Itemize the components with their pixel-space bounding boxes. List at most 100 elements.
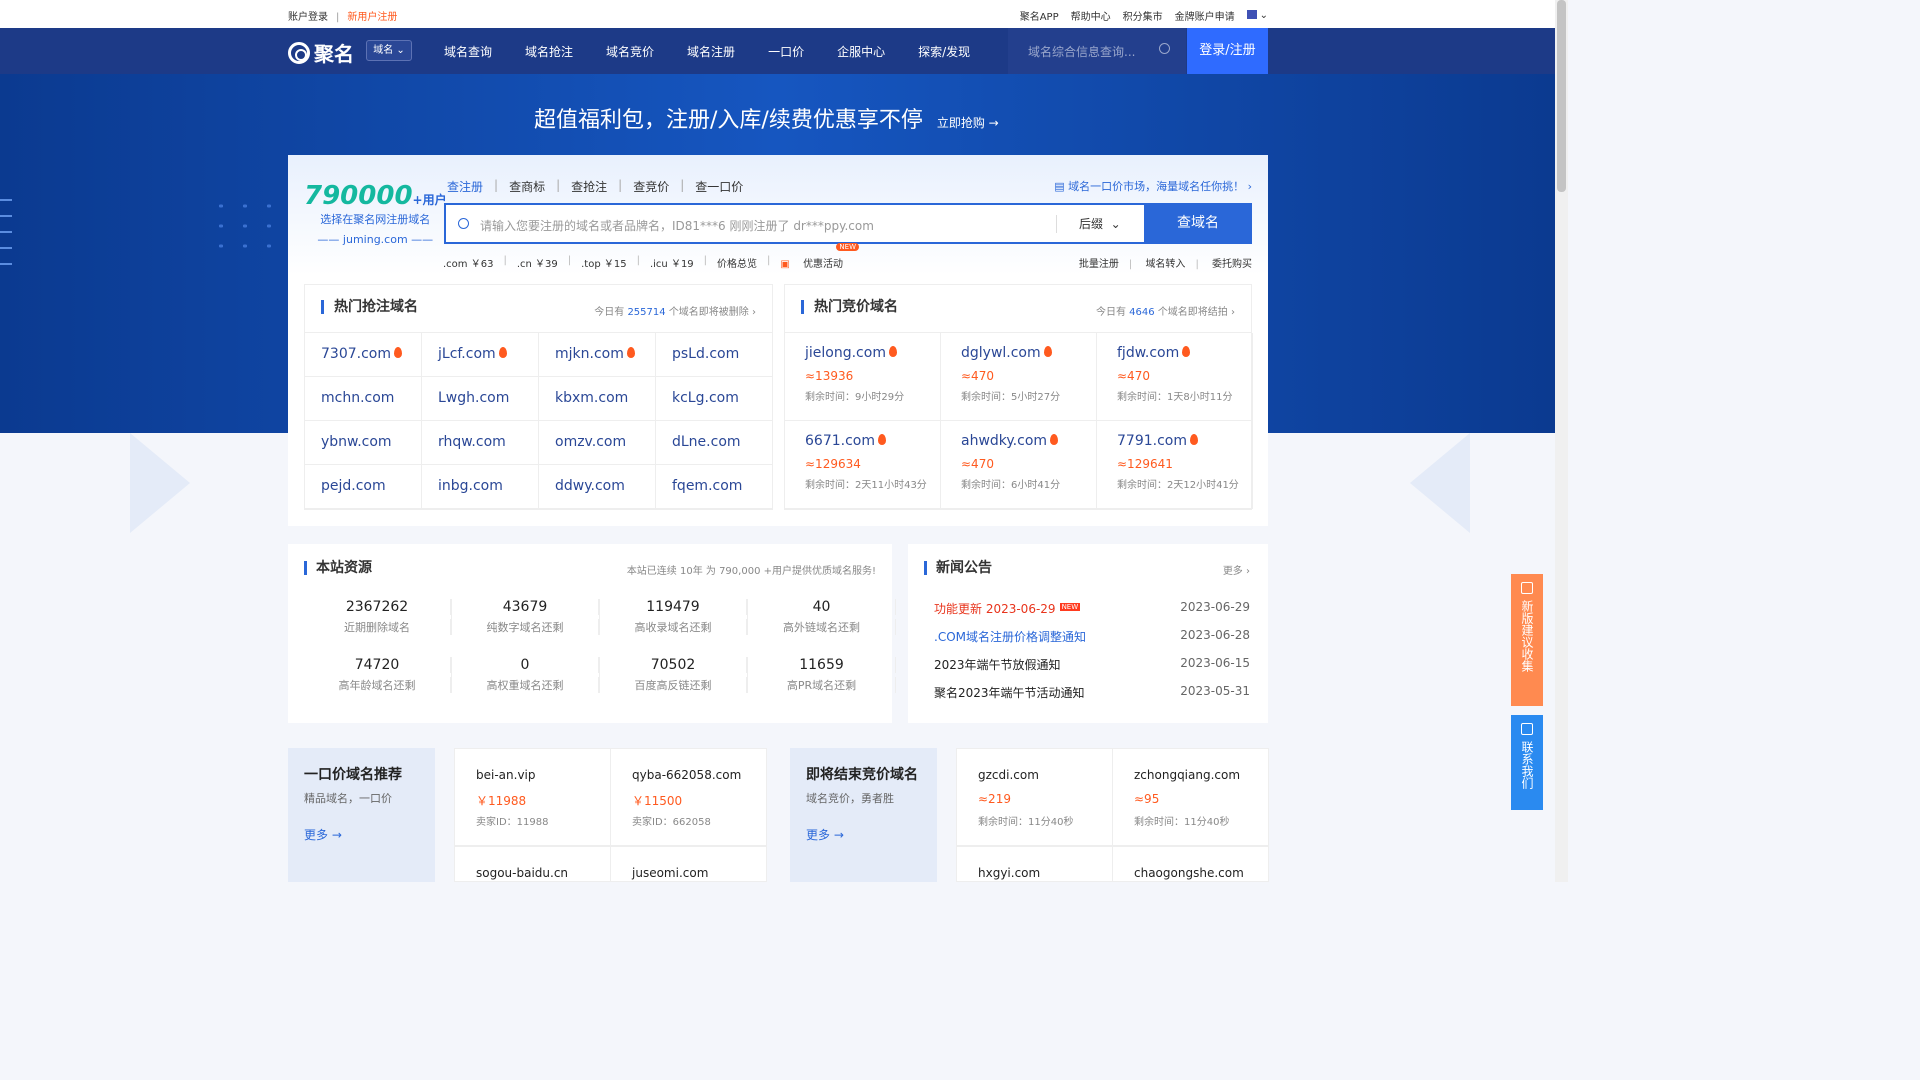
menu-snatch[interactable]: 域名抢注 <box>525 43 573 60</box>
login-register-button[interactable]: 登录/注册 <box>1187 28 1268 74</box>
price-overview[interactable]: 价格总览 <box>717 255 767 270</box>
snatch-domain-item[interactable]: dLne.com <box>656 421 773 465</box>
domain-name[interactable]: ahwdky.com <box>961 433 1047 449</box>
domain-transfer-link[interactable]: 域名转入 <box>1145 259 1185 270</box>
domain-name[interactable]: omzv.com <box>555 434 626 450</box>
domain-name[interactable]: fjdw.com <box>1117 345 1179 361</box>
resource-stat[interactable]: 0 高权重域名还剩 <box>452 657 600 693</box>
snatch-domain-item[interactable]: ddwy.com <box>539 465 656 509</box>
domain-dropdown[interactable]: 域名 ⌄ <box>366 40 412 61</box>
snatch-count[interactable]: 今日有 255714 个域名即将被删除 › <box>594 303 756 318</box>
auction-domain-item[interactable]: fjdw.com ≈470 剩余时间：1天8小时11分 <box>1097 333 1253 421</box>
snatch-domain-item[interactable]: kcLg.com <box>656 377 773 421</box>
broker-purchase-link[interactable]: 委托购买 <box>1212 259 1252 270</box>
auction-domain-item[interactable]: jielong.com ≈13936 剩余时间：9小时29分 <box>785 333 941 421</box>
language-selector[interactable]: ⌄ <box>1246 10 1268 21</box>
tab-register[interactable]: 查注册 <box>447 178 494 195</box>
snatch-domain-item[interactable]: inbg.com <box>422 465 539 509</box>
domain-name[interactable]: jielong.com <box>805 345 886 361</box>
domain-name[interactable]: pejd.com <box>321 478 386 494</box>
bulk-register-link[interactable]: 批量注册 <box>1079 259 1119 270</box>
fixed-price-card[interactable]: sogou-baidu.cn <box>454 846 611 882</box>
news-title[interactable]: 功能更新 2023-06-29 <box>934 602 1056 616</box>
hero-cta[interactable]: 立即抢购 → <box>937 116 999 130</box>
feedback-button[interactable]: 新版建议收集 <box>1511 574 1543 706</box>
news-item[interactable]: 功能更新 2023-06-29 NEW 2023-06-29 <box>934 600 1250 628</box>
snatch-domain-item[interactable]: jLcf.com <box>422 333 539 377</box>
snatch-domain-item[interactable]: fqem.com <box>656 465 773 509</box>
snatch-domain-item[interactable]: pejd.com <box>305 465 422 509</box>
snatch-domain-item[interactable]: rhqw.com <box>422 421 539 465</box>
logo[interactable]: 聚名 <box>288 38 354 67</box>
domain-name[interactable]: kcLg.com <box>672 390 739 406</box>
domain-name[interactable]: 6671.com <box>805 433 875 449</box>
ending-auction-card[interactable]: chaogongshe.com <box>1112 846 1269 882</box>
news-title[interactable]: .COM域名注册价格调整通知 <box>934 630 1086 644</box>
snatch-domain-item[interactable]: psLd.com <box>656 333 773 377</box>
domain-name[interactable]: 7307.com <box>321 346 391 362</box>
domain-name[interactable]: rhqw.com <box>438 434 506 450</box>
domain-name[interactable]: sogou-baidu.cn <box>476 866 568 880</box>
news-title[interactable]: 聚名2023年端午节活动通知 <box>934 686 1085 700</box>
snatch-domain-item[interactable]: mjkn.com <box>539 333 656 377</box>
market-link[interactable]: ▤ 域名一口价市场，海量域名任你挑！ › <box>1054 178 1252 194</box>
menu-explore[interactable]: 探索/发现 <box>918 43 970 60</box>
domain-name[interactable]: jLcf.com <box>438 346 496 362</box>
register-link[interactable]: 新用户注册 <box>347 12 397 23</box>
ending-auction-card[interactable]: zchongqiang.com ≈95 剩余时间：11分40秒 <box>1112 748 1269 846</box>
search-domain-button[interactable]: 查域名 <box>1144 203 1252 244</box>
domain-name[interactable]: mchn.com <box>321 390 394 406</box>
price-com[interactable]: .com ￥63 <box>443 255 503 270</box>
domain-name[interactable]: ybnw.com <box>321 434 392 450</box>
domain-name[interactable]: hxgyi.com <box>978 866 1040 880</box>
fixed-price-card[interactable]: qyba-662058.com ￥11500 卖家ID：662058 <box>610 748 767 846</box>
domain-name[interactable]: 7791.com <box>1117 433 1187 449</box>
menu-enterprise[interactable]: 企服中心 <box>837 43 885 60</box>
domain-name[interactable]: mjkn.com <box>555 346 624 362</box>
news-item[interactable]: 聚名2023年端午节活动通知 2023-05-31 <box>934 684 1250 712</box>
menu-fixed-price[interactable]: 一口价 <box>768 43 804 60</box>
domain-name[interactable]: dglywl.com <box>961 345 1041 361</box>
fixed-price-more-link[interactable]: 更多 → <box>304 826 342 843</box>
resource-stat[interactable]: 40 高外链域名还剩 <box>748 599 896 635</box>
domain-name[interactable]: dLne.com <box>672 434 741 450</box>
domain-name[interactable]: psLd.com <box>672 346 739 362</box>
domain-name[interactable]: chaogongshe.com <box>1134 866 1244 880</box>
price-icu[interactable]: .icu ￥19 <box>650 255 704 270</box>
app-link[interactable]: 聚名APP <box>1020 8 1059 23</box>
domain-name[interactable]: ddwy.com <box>555 478 625 494</box>
news-item[interactable]: .COM域名注册价格调整通知 2023-06-28 <box>934 628 1250 656</box>
suffix-dropdown[interactable]: 后缀 ⌄ <box>1056 215 1121 233</box>
domain-name[interactable]: kbxm.com <box>555 390 628 406</box>
ending-more-link[interactable]: 更多 → <box>806 826 844 843</box>
price-cn[interactable]: .cn ￥39 <box>517 255 568 270</box>
price-top[interactable]: .top ￥15 <box>581 255 636 270</box>
menu-domain-query[interactable]: 域名查询 <box>444 43 492 60</box>
domain-search-input[interactable]: 请输入您要注册的域名或者品牌名，ID81***6 刚刚注册了 dr***ppy.… <box>480 217 874 234</box>
scrollbar[interactable] <box>1555 0 1568 882</box>
domain-name[interactable]: zchongqiang.com <box>1134 768 1240 782</box>
tab-snatch[interactable]: 查抢注 <box>560 178 618 195</box>
fixed-price-card[interactable]: bei-an.vip ￥11988 卖家ID：11988 <box>454 748 611 846</box>
news-item[interactable]: 2023年端午节放假通知 2023-06-15 <box>934 656 1250 684</box>
snatch-domain-item[interactable]: Lwgh.com <box>422 377 539 421</box>
auction-domain-item[interactable]: ahwdky.com ≈470 剩余时间：6小时41分 <box>941 421 1097 509</box>
auction-count[interactable]: 今日有 4646 个域名即将结拍 › <box>1096 303 1235 318</box>
domain-name[interactable]: gzcdi.com <box>978 768 1039 782</box>
menu-auction[interactable]: 域名竞价 <box>606 43 654 60</box>
domain-name[interactable]: inbg.com <box>438 478 503 494</box>
resource-stat[interactable]: 70502 百度高反链还剩 <box>600 657 748 693</box>
tab-trademark[interactable]: 查商标 <box>498 178 556 195</box>
resource-stat[interactable]: 43679 纯数字域名还剩 <box>452 599 600 635</box>
snatch-domain-item[interactable]: kbxm.com <box>539 377 656 421</box>
snatch-domain-item[interactable]: omzv.com <box>539 421 656 465</box>
domain-name[interactable]: bei-an.vip <box>476 768 536 782</box>
auction-domain-item[interactable]: 6671.com ≈129634 剩余时间：2天11小时43分 <box>785 421 941 509</box>
contact-button[interactable]: 联系我们 <box>1511 715 1543 810</box>
resource-stat[interactable]: 2367262 近期删除域名 <box>304 599 452 635</box>
points-link[interactable]: 积分集市 <box>1123 8 1163 23</box>
ending-auction-card[interactable]: gzcdi.com ≈219 剩余时间：11分40秒 <box>956 748 1113 846</box>
login-link[interactable]: 账户登录 <box>288 12 328 23</box>
tab-fixed-price[interactable]: 查一口价 <box>684 178 754 195</box>
domain-name[interactable]: juseomi.com <box>632 866 708 880</box>
